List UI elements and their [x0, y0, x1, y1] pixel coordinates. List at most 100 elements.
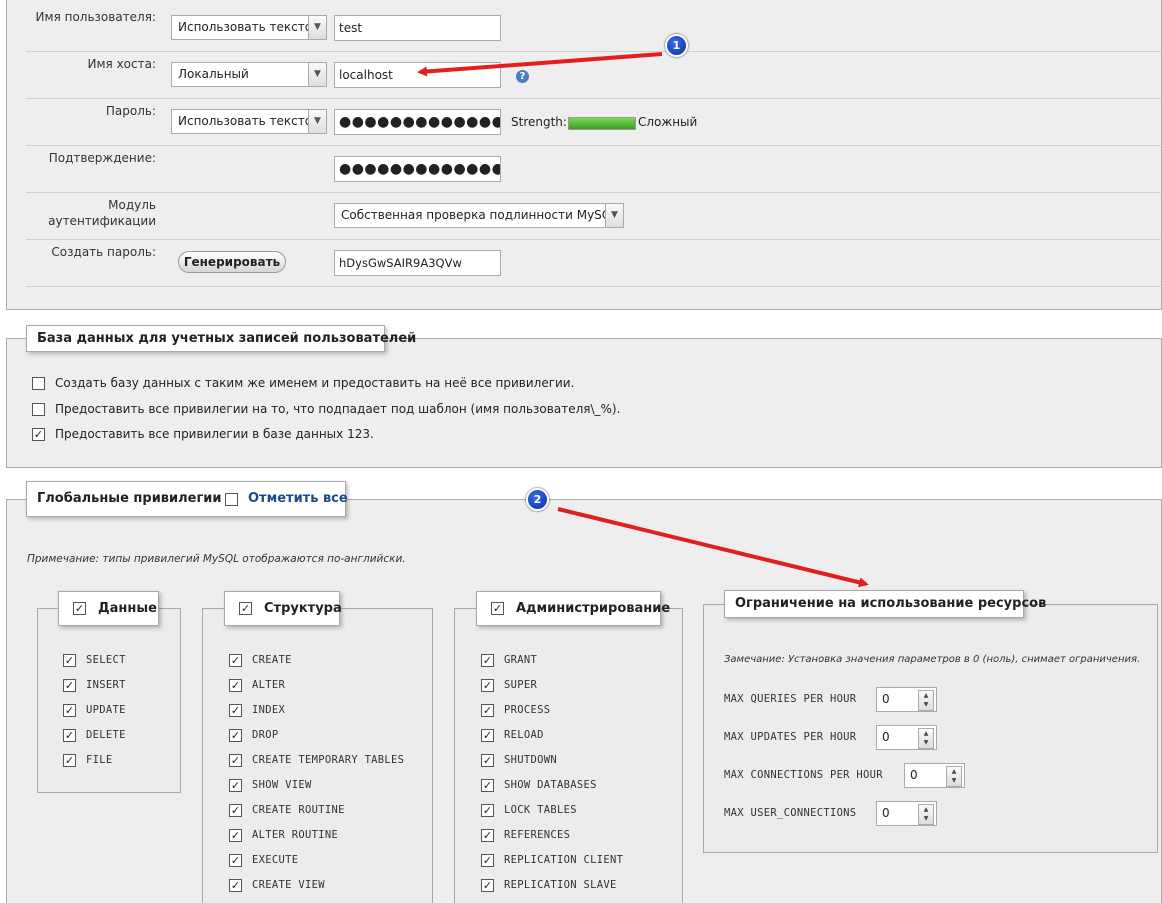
password-strength-meter [568, 117, 636, 130]
privilege-checkbox[interactable]: ✓ [63, 654, 76, 667]
max-user-connections-label: MAX USER_CONNECTIONS [724, 807, 857, 819]
privilege-label: EXECUTE [252, 854, 299, 866]
chevron-down-icon: ▼ [308, 110, 326, 133]
max-queries-label: MAX QUERIES PER HOUR [724, 693, 857, 705]
privilege-label: INDEX [252, 704, 286, 716]
data-group-title: Данные [98, 601, 157, 616]
privilege-label: ALTER [252, 679, 286, 691]
generated-password-input[interactable]: hDysGwSAIR9A3QVw [334, 250, 501, 276]
privilege-checkbox[interactable]: ✓ [229, 829, 242, 842]
username-mode-value: Использовать текстов [178, 20, 320, 34]
max-user-connections-input[interactable]: 0 ▲ ▼ [876, 801, 937, 826]
wildcard-db-checkbox[interactable] [32, 403, 45, 416]
strength-text: Сложный [638, 115, 698, 129]
password-mode-select[interactable]: Использовать текстов ▼ [171, 109, 327, 134]
privilege-checkbox[interactable]: ✓ [229, 704, 242, 717]
privilege-checkbox[interactable]: ✓ [229, 804, 242, 817]
privilege-label: CREATE TEMPORARY TABLES [252, 754, 405, 766]
create-db-checkbox[interactable] [32, 377, 45, 390]
row-separator [26, 145, 1162, 146]
privilege-checkbox[interactable]: ✓ [229, 729, 242, 742]
admin-group-title: Администрирование [516, 601, 671, 616]
auth-module-select[interactable]: Собственная проверка подлинности MySQL ▼ [334, 203, 624, 228]
user-database-legend: База данных для учетных записей пользова… [26, 325, 416, 352]
check-all-checkbox[interactable] [225, 493, 238, 506]
privilege-checkbox[interactable]: ✓ [481, 854, 494, 867]
chevron-down-icon: ▼ [308, 16, 326, 39]
max-queries-value: 0 [882, 692, 890, 706]
privilege-checkbox[interactable]: ✓ [481, 679, 494, 692]
max-queries-input[interactable]: 0 ▲ ▼ [876, 687, 937, 712]
username-input[interactable]: test [334, 15, 501, 41]
privilege-checkbox[interactable]: ✓ [63, 704, 76, 717]
privilege-label: CREATE [252, 654, 292, 666]
privilege-checkbox[interactable]: ✓ [229, 854, 242, 867]
row-separator [26, 51, 1162, 52]
privilege-checkbox[interactable]: ✓ [229, 879, 242, 892]
max-updates-input[interactable]: 0 ▲ ▼ [876, 725, 937, 750]
row-separator [26, 239, 1162, 240]
privilege-checkbox[interactable]: ✓ [481, 804, 494, 817]
privilege-label: SUPER [504, 679, 538, 691]
privilege-label: DELETE [86, 729, 126, 741]
strength-label: Strength: [511, 115, 567, 129]
privilege-label: INSERT [86, 679, 126, 691]
annotation-badge-2: 2 [526, 488, 549, 511]
username-mode-select[interactable]: Использовать текстов ▼ [171, 15, 327, 40]
auth-label-line2: аутентификации [48, 214, 156, 228]
confirm-label: Подтверждение: [48, 151, 156, 165]
privilege-label: CREATE VIEW [252, 879, 325, 891]
password-input[interactable]: ●●●●●●●●●●●●●●●● [334, 109, 501, 135]
privilege-checkbox[interactable]: ✓ [229, 679, 242, 692]
privilege-label: LOCK TABLES [504, 804, 577, 816]
global-privileges-title: Глобальные привилегии [37, 491, 222, 506]
auth-label-line1: Модуль [108, 198, 156, 212]
resource-limits-note: Замечание: Установка значения параметров… [724, 654, 1141, 665]
grant-db-label: Предоставить все привилегии в базе данны… [55, 427, 374, 441]
privilege-label: DROP [252, 729, 279, 741]
username-label: Имя пользователя: [35, 10, 156, 24]
spinner-arrows-icon[interactable]: ▲ ▼ [918, 804, 934, 825]
privilege-checkbox[interactable]: ✓ [481, 779, 494, 792]
chevron-down-icon: ▼ [308, 63, 326, 86]
max-connections-input[interactable]: 0 ▲ ▼ [904, 763, 965, 788]
privilege-checkbox[interactable]: ✓ [229, 779, 242, 792]
generate-password-label: Создать пароль: [51, 245, 156, 259]
privileges-note: Примечание: типы привилегий MySQL отобра… [27, 553, 406, 565]
privilege-checkbox[interactable]: ✓ [229, 654, 242, 667]
strength-meter-fill [569, 118, 635, 129]
auth-module-value: Собственная проверка подлинности MySQL [341, 208, 618, 222]
help-icon[interactable]: ? [516, 70, 529, 83]
confirm-password-input[interactable]: ●●●●●●●●●●●●●●●● [334, 156, 501, 182]
admin-group-checkbox[interactable]: ✓ [491, 602, 504, 615]
privilege-checkbox[interactable]: ✓ [481, 754, 494, 767]
privilege-checkbox[interactable]: ✓ [481, 704, 494, 717]
privilege-checkbox[interactable]: ✓ [229, 754, 242, 767]
row-separator [26, 192, 1162, 193]
host-mode-value: Локальный [178, 67, 249, 81]
privilege-checkbox[interactable]: ✓ [63, 729, 76, 742]
auth-module-label: Модуль аутентификации [48, 197, 156, 229]
spinner-arrows-icon[interactable]: ▲ ▼ [946, 766, 962, 787]
generate-password-button[interactable]: Генерировать [178, 251, 286, 273]
grant-db-checkbox[interactable]: ✓ [32, 428, 45, 441]
privilege-checkbox[interactable]: ✓ [481, 829, 494, 842]
data-group-checkbox[interactable]: ✓ [73, 602, 86, 615]
chevron-down-icon: ▼ [605, 204, 623, 227]
privilege-checkbox[interactable]: ✓ [481, 879, 494, 892]
privilege-label: UPDATE [86, 704, 126, 716]
check-all-link[interactable]: Отметить все [248, 491, 348, 506]
privilege-checkbox[interactable]: ✓ [63, 754, 76, 767]
privilege-checkbox[interactable]: ✓ [63, 679, 76, 692]
spinner-arrows-icon[interactable]: ▲ ▼ [918, 728, 934, 749]
annotation-badge-1: 1 [665, 34, 688, 57]
privilege-label: FILE [86, 754, 113, 766]
privilege-checkbox[interactable]: ✓ [481, 729, 494, 742]
structure-group-checkbox[interactable]: ✓ [239, 602, 252, 615]
host-input[interactable]: localhost [334, 62, 501, 88]
max-connections-value: 0 [910, 768, 918, 782]
row-separator [26, 286, 1162, 287]
host-mode-select[interactable]: Локальный ▼ [171, 62, 327, 87]
spinner-arrows-icon[interactable]: ▲ ▼ [918, 690, 934, 711]
privilege-checkbox[interactable]: ✓ [481, 654, 494, 667]
